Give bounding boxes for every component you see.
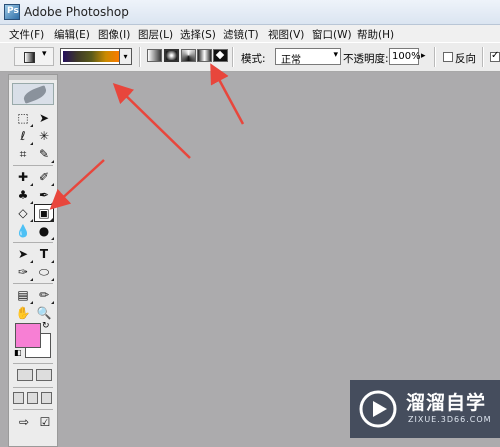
chevron-down-icon: ▾: [42, 49, 47, 59]
radial-gradient-button[interactable]: [164, 49, 179, 62]
notes-tool-icon[interactable]: ▤: [13, 286, 33, 304]
feather-icon: [21, 85, 49, 104]
brush-tool-icon[interactable]: ✐: [34, 168, 54, 186]
pen-tool-icon[interactable]: ✑: [13, 263, 33, 281]
reverse-checkbox[interactable]: [443, 52, 453, 62]
reflected-gradient-button[interactable]: [197, 49, 212, 62]
opacity-input[interactable]: 100%: [389, 48, 421, 65]
divider: [13, 165, 53, 166]
history-brush-tool-icon[interactable]: ✒: [34, 186, 54, 204]
arrow-to-gradient-types: [210, 63, 245, 125]
mode-value: 正常: [281, 55, 301, 66]
gradient-preview[interactable]: [63, 51, 120, 62]
crop-tool-icon[interactable]: ⌗: [13, 145, 33, 163]
divider: [482, 47, 484, 67]
slice-tool-icon[interactable]: ✎: [34, 145, 54, 163]
watermark: 溜溜自学 ZIXUE.3D66.COM: [350, 380, 500, 438]
mode-select[interactable]: 正常 ▾: [275, 48, 341, 66]
menu-help[interactable]: 帮助(H): [357, 27, 394, 42]
gradient-tool-icon: [24, 52, 35, 63]
lasso-tool-icon[interactable]: ℓ: [13, 127, 33, 145]
chevron-down-icon[interactable]: ▾: [119, 49, 131, 64]
dodge-tool-icon[interactable]: ●: [34, 222, 54, 240]
diamond-gradient-button[interactable]: [213, 49, 228, 62]
divider: [13, 283, 53, 284]
menu-filter[interactable]: 滤镜(T): [223, 27, 259, 42]
eyedropper-tool-icon[interactable]: ✏: [34, 286, 54, 304]
arrow-to-gradient-tool: [49, 159, 105, 210]
clone-stamp-tool-icon[interactable]: ♣: [13, 186, 33, 204]
window-title: Adobe Photoshop: [24, 5, 129, 19]
foreground-color-swatch[interactable]: [15, 323, 41, 348]
divider: [13, 242, 53, 243]
standard-mode-button[interactable]: [17, 369, 33, 381]
divider: [13, 363, 53, 364]
screen-mode-full-button[interactable]: [41, 392, 52, 404]
menu-bar: 文件(F) 编辑(E) 图像(I) 图层(L) 选择(S) 滤镜(T) 视图(V…: [0, 25, 500, 42]
arrow-to-gradient-picker: [112, 83, 191, 159]
toolbox-grip[interactable]: [9, 75, 57, 80]
zoom-tool-icon[interactable]: 🔍: [34, 304, 54, 322]
ellipse-tool-icon[interactable]: ⬭: [34, 263, 54, 281]
imageready-icon[interactable]: ☑: [35, 413, 55, 431]
swap-colors-icon[interactable]: ↻: [42, 321, 50, 331]
blur-tool-icon[interactable]: 💧: [13, 222, 33, 240]
hand-tool-icon[interactable]: ✋: [13, 304, 33, 322]
menu-file[interactable]: 文件(F): [9, 27, 44, 42]
mode-label: 模式:: [241, 53, 266, 65]
gradient-tool-icon[interactable]: ▣: [34, 204, 54, 222]
divider: [434, 47, 436, 67]
title-bar: Ps Adobe Photoshop: [0, 0, 500, 25]
watermark-subtext: ZIXUE.3D66.COM: [408, 415, 492, 424]
opacity-arrow-icon[interactable]: ▸: [421, 51, 426, 61]
options-bar: ▾ ▾ 模式: 正常 ▾ 不透明度: 100% ▸ 反向: [0, 42, 500, 72]
menu-view[interactable]: 视图(V): [268, 27, 304, 42]
opacity-label: 不透明度:: [343, 53, 389, 65]
photoshop-app-icon: Ps: [4, 4, 20, 20]
eraser-tool-icon[interactable]: ◇: [13, 204, 33, 222]
menu-edit[interactable]: 编辑(E): [54, 27, 90, 42]
screen-mode-standard-button[interactable]: [13, 392, 24, 404]
screen-mode-full-menu-button[interactable]: [27, 392, 38, 404]
path-selection-tool-icon[interactable]: ➤: [13, 245, 33, 263]
divider: [232, 47, 234, 67]
menu-image[interactable]: 图像(I): [98, 27, 130, 42]
menu-layer[interactable]: 图层(L): [138, 27, 173, 42]
play-icon: [359, 390, 397, 428]
angle-gradient-button[interactable]: [181, 49, 196, 62]
reverse-label: 反向: [455, 53, 476, 65]
toolbox: ⬚ ➤ ℓ ✳ ⌗ ✎ ✚ ✐ ♣ ✒ ◇ ▣ 💧 ● ➤ T ✑ ⬭ ▤ ✏ …: [8, 74, 58, 447]
watermark-text: 溜溜自学: [406, 392, 487, 414]
quick-mask-button[interactable]: [36, 369, 52, 381]
divider: [13, 409, 53, 410]
divider: [13, 387, 53, 388]
gradient-picker[interactable]: ▾: [60, 48, 132, 65]
chevron-down-icon: ▾: [333, 50, 338, 60]
toolbox-logo[interactable]: [12, 83, 54, 105]
move-tool-icon[interactable]: ➤: [34, 109, 54, 127]
magic-wand-tool-icon[interactable]: ✳: [34, 127, 54, 145]
divider: [139, 47, 141, 67]
menu-window[interactable]: 窗口(W): [312, 27, 352, 42]
tool-preset-picker[interactable]: ▾: [14, 47, 54, 66]
default-colors-icon[interactable]: ◧: [14, 348, 22, 357]
type-tool-icon[interactable]: T: [34, 245, 54, 263]
jump-to-imageready-icon[interactable]: ⇨: [14, 413, 34, 431]
healing-brush-tool-icon[interactable]: ✚: [13, 168, 33, 186]
menu-select[interactable]: 选择(S): [180, 27, 216, 42]
dither-checkbox[interactable]: [490, 50, 500, 62]
linear-gradient-button[interactable]: [147, 49, 162, 62]
rectangular-marquee-tool-icon[interactable]: ⬚: [13, 109, 33, 127]
